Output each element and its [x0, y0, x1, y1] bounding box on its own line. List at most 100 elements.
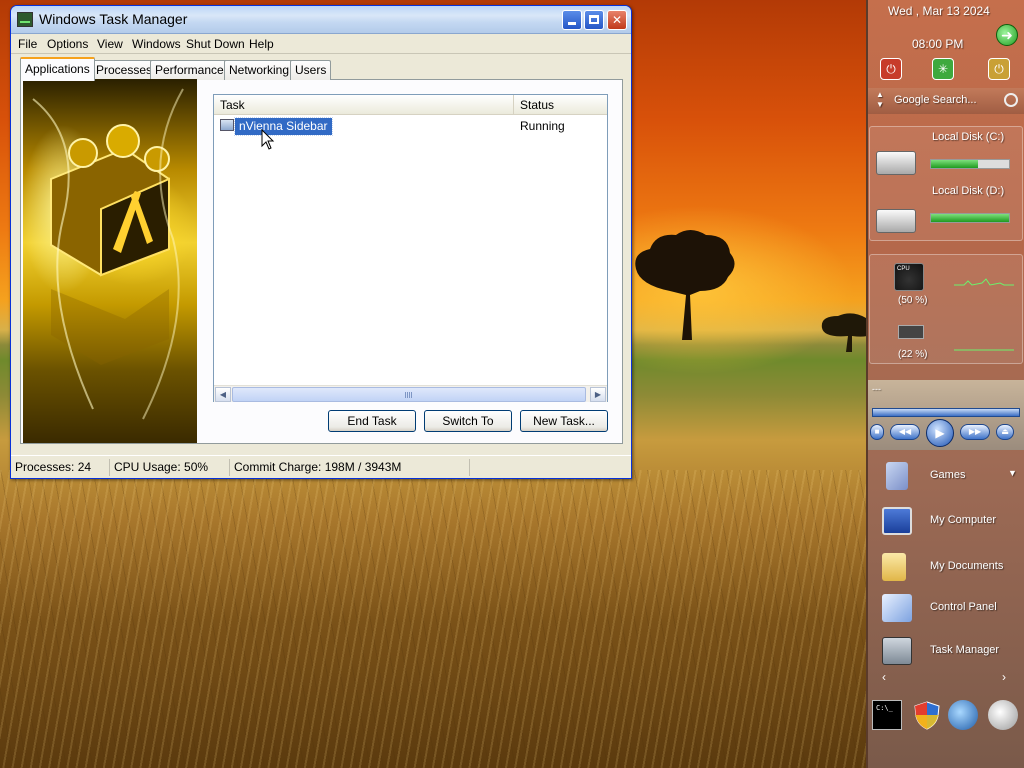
disk-d-usage-bar — [930, 213, 1010, 223]
sidebar-item-control-panel[interactable]: Control Panel — [876, 590, 1016, 626]
sidebar-item-label: Control Panel — [930, 601, 997, 613]
games-icon — [886, 462, 908, 490]
rewind-icon: ◀◀ — [898, 427, 912, 436]
switch-to-button[interactable]: Switch To — [424, 410, 512, 432]
network-globe-icon[interactable] — [948, 700, 978, 730]
sidebar-item-label: Task Manager — [930, 644, 1000, 656]
sidebar-time: 08:00 PM — [912, 37, 964, 51]
close-button[interactable]: ✕ — [607, 10, 627, 30]
window-app-icon — [220, 119, 234, 131]
cpu-gauge-text: CPU — [897, 266, 910, 272]
media-next-button[interactable]: ▶▶ — [960, 424, 990, 440]
media-play-button[interactable]: ▶ — [926, 419, 954, 447]
computer-icon — [882, 507, 912, 535]
horizontal-scrollbar[interactable]: ◀ ▶ — [214, 385, 607, 402]
task-manager-app-icon — [17, 12, 33, 27]
window-title: Windows Task Manager — [39, 11, 188, 27]
tab-networking[interactable]: Networking — [224, 60, 295, 80]
scroll-left-button[interactable]: ◀ — [215, 387, 231, 402]
maximize-button[interactable] — [584, 10, 604, 30]
scroll-thumb[interactable] — [232, 387, 586, 402]
speaker-icon[interactable] — [988, 700, 1018, 730]
media-eject-button[interactable]: ⏏ — [996, 424, 1014, 440]
new-task-button[interactable]: New Task... — [520, 410, 608, 432]
column-header-task[interactable]: Task — [214, 95, 514, 115]
sidebar-item-games[interactable]: Games ▼ — [876, 458, 1017, 494]
menu-bar: File Options View Windows Shut Down Help — [11, 34, 631, 54]
ram-sparkline — [954, 349, 1014, 351]
sidebar-item-my-computer[interactable]: My Computer — [876, 503, 1016, 539]
menu-windows[interactable]: Windows — [132, 37, 181, 51]
chevron-left-icon: ◀ — [219, 390, 227, 399]
sidebar-search[interactable]: ▲ ▼ Google Search... — [868, 88, 1024, 114]
task-manager-icon — [882, 637, 912, 665]
disk-d-usage-fill — [931, 214, 1009, 222]
cpu-sparkline — [954, 278, 1014, 286]
mouse-cursor-icon — [261, 129, 275, 150]
drive-d-icon — [876, 209, 916, 233]
task-manager-window[interactable]: Windows Task Manager ✕ File Options View… — [10, 5, 632, 479]
sidebar-item-label: My Documents — [930, 560, 1004, 572]
status-processes: Processes: 24 — [15, 460, 92, 474]
stop-icon: ■ — [874, 427, 880, 436]
menu-file[interactable]: File — [18, 37, 37, 51]
restart-icon: ✳ — [937, 62, 949, 76]
minimize-button[interactable] — [562, 10, 582, 30]
end-task-button[interactable]: End Task — [328, 410, 416, 432]
task-list-header: Task Status — [214, 95, 607, 115]
media-status: --- — [872, 384, 881, 394]
control-panel-icon — [882, 594, 912, 622]
play-icon: ▶ — [935, 426, 945, 440]
task-name: nVienna Sidebar — [234, 117, 333, 136]
media-progress-bar[interactable] — [872, 408, 1020, 417]
tab-applications[interactable]: Applications — [20, 57, 95, 81]
command-prompt-icon[interactable] — [872, 700, 902, 730]
sidebar-date: Wed , Mar 13 2024 — [888, 4, 990, 18]
media-stop-button[interactable]: ■ — [870, 424, 884, 440]
wheat-field — [0, 470, 870, 768]
sidebar-item-label: My Computer — [930, 514, 997, 526]
power-off-button[interactable]: ⏻ — [880, 58, 902, 80]
fast-forward-icon: ▶▶ — [968, 427, 982, 436]
search-engine-arrows-icon[interactable]: ▲ ▼ — [876, 90, 884, 110]
folder-icon — [882, 553, 906, 581]
tree-silhouette — [635, 230, 735, 340]
search-input[interactable]: Google Search... — [894, 94, 977, 106]
menu-view[interactable]: View — [97, 37, 123, 51]
disk-usage-panel: Local Disk (C:) Local Disk (D:) — [869, 126, 1023, 241]
media-previous-button[interactable]: ◀◀ — [890, 424, 920, 440]
vienna-sidebar: Wed , Mar 13 2024 08:00 PM ➜ ⏻ ✳ ⏻ ▲ ▼ Go… — [866, 0, 1024, 768]
task-row[interactable]: nVienna Sidebar Running — [218, 117, 603, 136]
tab-users[interactable]: Users — [290, 60, 332, 80]
chevron-left-icon[interactable]: ‹ — [882, 670, 886, 684]
menu-shut-down[interactable]: Shut Down — [186, 37, 245, 51]
sidebar-item-my-documents[interactable]: My Documents — [876, 549, 1016, 585]
disk-c-usage-fill — [931, 160, 978, 168]
gold-box-artwork — [32, 88, 184, 420]
tab-processes[interactable]: Processes — [91, 60, 158, 80]
standby-icon: ⏻ — [994, 62, 1004, 76]
sidebar-item-task-manager[interactable]: Task Manager — [876, 633, 1016, 669]
standby-button[interactable]: ⏻ — [988, 58, 1010, 80]
tab-performance[interactable]: Performance — [150, 60, 229, 80]
scroll-right-button[interactable]: ▶ — [590, 387, 606, 402]
status-bar: Processes: 24 CPU Usage: 50% Commit Char… — [11, 455, 631, 478]
maximize-icon — [589, 15, 599, 24]
column-header-status[interactable]: Status — [514, 95, 607, 115]
chevron-down-icon[interactable]: ▼ — [1008, 468, 1017, 478]
minimize-icon — [568, 22, 576, 25]
title-bar[interactable]: Windows Task Manager ✕ — [11, 6, 631, 34]
cpu-gauge-icon: CPU — [894, 263, 924, 291]
restart-button[interactable]: ✳ — [932, 58, 954, 80]
eject-icon: ⏏ — [1001, 427, 1009, 436]
status-empty — [469, 459, 629, 476]
menu-help[interactable]: Help — [249, 37, 274, 51]
menu-options[interactable]: Options — [47, 37, 88, 51]
chevron-right-icon: ▶ — [594, 390, 602, 399]
disk-d-label: Local Disk (D:) — [932, 185, 1005, 197]
chevron-right-icon[interactable]: › — [1002, 670, 1006, 684]
search-icon[interactable] — [1004, 93, 1018, 107]
security-shield-icon[interactable] — [912, 700, 942, 730]
arrow-right-icon[interactable]: ➜ — [996, 24, 1018, 46]
drive-c-icon — [876, 151, 916, 175]
